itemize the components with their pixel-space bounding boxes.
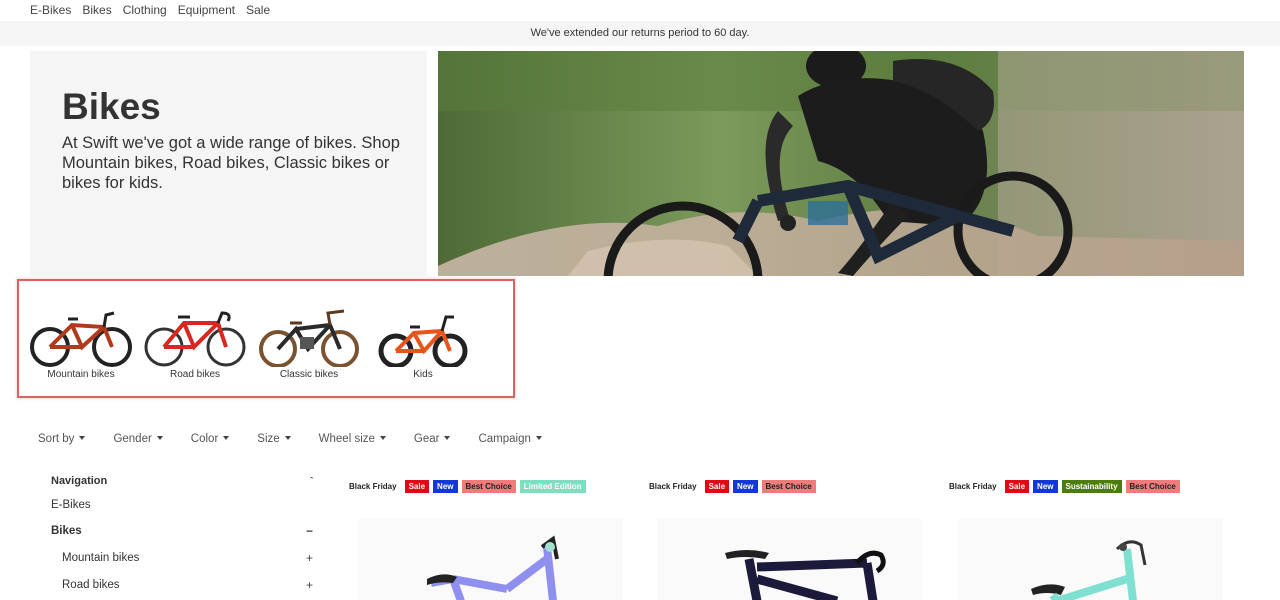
filter-gear[interactable]: Gear bbox=[414, 432, 451, 446]
filter-label: Campaign bbox=[478, 433, 531, 445]
caret-down-icon bbox=[223, 436, 230, 440]
hero-description: At Swift we've got a wide range of bikes… bbox=[62, 134, 400, 192]
hero-image bbox=[438, 51, 1244, 276]
category-label: Kids bbox=[413, 369, 433, 380]
tag-sale: Sale bbox=[404, 479, 430, 493]
kids-bike-icon bbox=[378, 315, 468, 367]
tag-best-choice: Best Choice bbox=[761, 479, 816, 493]
sidenav-item-label: E-Bikes bbox=[51, 499, 91, 511]
filter-size[interactable]: Size bbox=[257, 432, 291, 446]
category-classic-bikes[interactable]: Classic bikes bbox=[256, 305, 362, 385]
category-road-bikes[interactable]: Road bikes bbox=[142, 305, 248, 385]
expand-plus-icon[interactable]: + bbox=[306, 576, 313, 594]
expand-plus-icon[interactable]: + bbox=[306, 549, 313, 567]
announcement-bar: We've extended our returns period to 60 … bbox=[0, 21, 1280, 46]
sidenav-item-label: Bikes bbox=[51, 525, 82, 537]
sidenav-item-label: Road bikes bbox=[62, 579, 120, 591]
tag-black-friday: Black Friday bbox=[949, 481, 997, 491]
product-image[interactable] bbox=[357, 519, 623, 600]
page-title: Bikes bbox=[62, 86, 161, 127]
road-bike-icon bbox=[144, 311, 246, 367]
tag-best-choice: Best Choice bbox=[461, 479, 516, 493]
product-card[interactable]: Black Friday Sale New Best Choice Limite… bbox=[349, 479, 639, 600]
top-nav: E-Bikes Bikes Clothing Equipment Sale bbox=[30, 2, 270, 18]
sidenav-heading-label: Navigation bbox=[51, 475, 108, 487]
sidenav-item-road-bikes[interactable]: Road bikes + bbox=[51, 576, 317, 594]
product-tags: Black Friday Sale New Sustainability Bes… bbox=[949, 479, 1239, 493]
tag-sustainability: Sustainability bbox=[1061, 479, 1122, 493]
tag-new: New bbox=[1033, 479, 1058, 493]
sidenav-item-label: Mountain bikes bbox=[62, 552, 140, 564]
filter-campaign[interactable]: Campaign bbox=[478, 432, 542, 446]
caret-down-icon bbox=[535, 436, 542, 440]
tag-black-friday: Black Friday bbox=[349, 481, 397, 491]
product-card[interactable]: Black Friday Sale New Sustainability Bes… bbox=[949, 479, 1239, 600]
caret-down-icon bbox=[444, 436, 451, 440]
product-tags: Black Friday Sale New Best Choice bbox=[649, 479, 939, 493]
category-label: Mountain bikes bbox=[47, 369, 115, 380]
filter-label: Gender bbox=[113, 433, 152, 445]
filter-label: Wheel size bbox=[318, 433, 375, 445]
filter-label: Size bbox=[257, 433, 280, 445]
filter-color[interactable]: Color bbox=[190, 432, 230, 446]
product-card[interactable]: Black Friday Sale New Best Choice bbox=[649, 479, 939, 600]
topnav-item-e-bikes[interactable]: E-Bikes bbox=[30, 2, 71, 18]
filter-sort-by[interactable]: Sort by bbox=[38, 432, 86, 446]
tag-black-friday: Black Friday bbox=[649, 481, 697, 491]
product-image[interactable] bbox=[957, 519, 1223, 600]
tag-new: New bbox=[733, 479, 758, 493]
category-mountain-bikes[interactable]: Mountain bikes bbox=[28, 305, 134, 385]
filter-wheel-size[interactable]: Wheel size bbox=[319, 432, 386, 446]
filter-label: Gear bbox=[413, 433, 440, 445]
tag-limited-edition: Limited Edition bbox=[519, 479, 586, 493]
category-kids[interactable]: Kids bbox=[370, 305, 476, 385]
mountain-bike-icon bbox=[30, 311, 132, 367]
tag-sale: Sale bbox=[704, 479, 730, 493]
caret-down-icon bbox=[284, 436, 291, 440]
tag-sale: Sale bbox=[1004, 479, 1030, 493]
filter-gender[interactable]: Gender bbox=[113, 432, 163, 446]
tag-best-choice: Best Choice bbox=[1125, 479, 1180, 493]
filter-label: Color bbox=[190, 433, 219, 445]
filter-bar: Sort by Gender Color Size Wheel size Gea… bbox=[38, 432, 570, 446]
topnav-item-bikes[interactable]: Bikes bbox=[82, 2, 111, 18]
hero-text-panel: Bikes At Swift we've got a wide range of… bbox=[30, 51, 427, 276]
topnav-item-clothing[interactable]: Clothing bbox=[123, 2, 167, 18]
sidenav-item-mountain-bikes[interactable]: Mountain bikes + bbox=[51, 549, 317, 567]
classic-bike-icon bbox=[259, 309, 359, 367]
chevron-up-icon[interactable]: ˆ bbox=[310, 472, 313, 490]
sidenav-item-bikes[interactable]: Bikes − bbox=[51, 522, 317, 540]
topnav-item-equipment[interactable]: Equipment bbox=[178, 2, 235, 18]
filter-label: Sort by bbox=[38, 433, 75, 445]
caret-down-icon bbox=[156, 436, 163, 440]
caret-down-icon bbox=[79, 436, 86, 440]
topnav-item-sale[interactable]: Sale bbox=[246, 2, 270, 18]
product-tags: Black Friday Sale New Best Choice Limite… bbox=[349, 479, 639, 493]
sidenav-heading[interactable]: Navigation ˆ bbox=[51, 472, 317, 490]
category-label: Road bikes bbox=[169, 369, 221, 380]
caret-down-icon bbox=[379, 436, 386, 440]
category-label: Classic bikes bbox=[279, 369, 339, 380]
collapse-minus-icon[interactable]: − bbox=[306, 522, 313, 540]
category-tiles: Mountain bikes Road bikes Classic bikes … bbox=[17, 279, 515, 398]
tag-new: New bbox=[433, 479, 458, 493]
product-image[interactable] bbox=[657, 519, 923, 600]
announcement-text: We've extended our returns period to 60 … bbox=[530, 27, 750, 39]
sidenav-item-e-bikes[interactable]: E-Bikes bbox=[51, 496, 317, 514]
